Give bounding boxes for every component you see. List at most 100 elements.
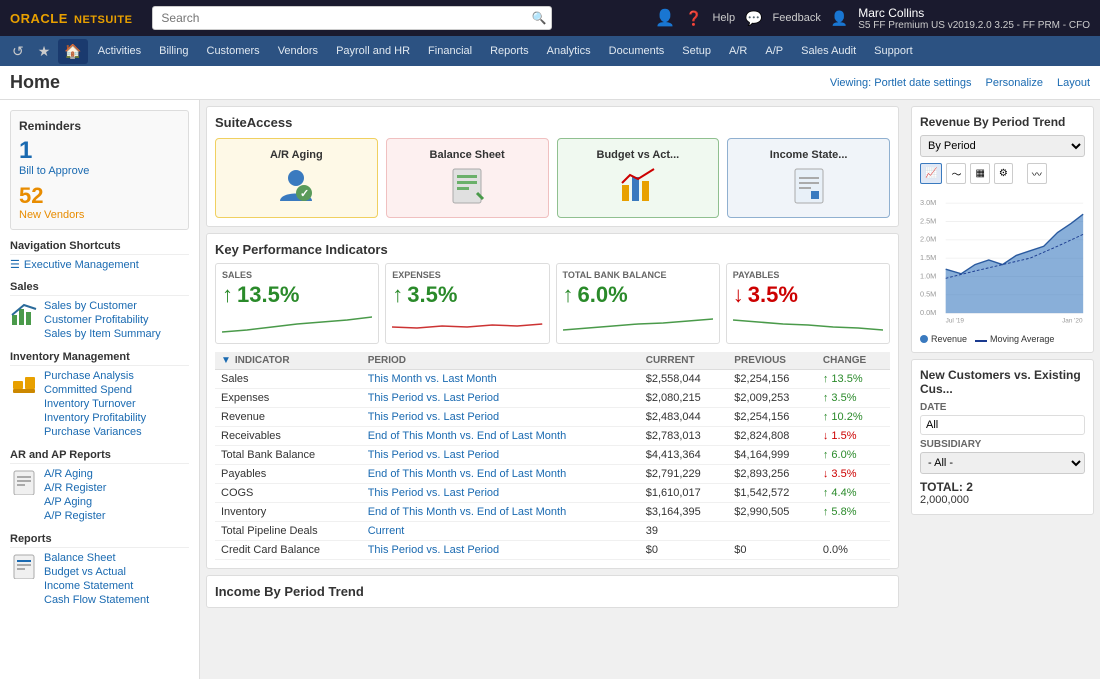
nav-sales-audit[interactable]: Sales Audit xyxy=(793,41,864,61)
inventory-links: Purchase Analysis Committed Spend Invent… xyxy=(44,369,146,439)
reminder1-label[interactable]: Bill to Approve xyxy=(19,165,180,177)
chart-bar-btn[interactable]: ▦ xyxy=(970,163,989,184)
cell-period[interactable]: This Period vs. Last Period xyxy=(362,389,640,408)
nav-vendors[interactable]: Vendors xyxy=(270,41,326,61)
nav-refresh-icon[interactable]: ↺ xyxy=(6,39,30,64)
nav-ar[interactable]: A/R xyxy=(721,41,755,61)
nav-reports[interactable]: Reports xyxy=(482,41,537,61)
table-row: Expenses This Period vs. Last Period $2,… xyxy=(215,389,890,408)
cell-period[interactable]: This Month vs. Last Month xyxy=(362,370,640,389)
kpi-table-header: ▼INDICATOR PERIOD CURRENT PREVIOUS CHANG… xyxy=(215,352,890,370)
nav-bar: ↺ ★ 🏠 Activities Billing Customers Vendo… xyxy=(0,36,1100,66)
ap-register[interactable]: A/P Register xyxy=(44,509,106,523)
nav-ap[interactable]: A/P xyxy=(757,41,791,61)
budget-vs-actual-link[interactable]: Budget vs Actual xyxy=(44,565,149,579)
committed-spend[interactable]: Committed Spend xyxy=(44,383,146,397)
table-row: Revenue This Period vs. Last Period $2,4… xyxy=(215,408,890,427)
nav-support[interactable]: Support xyxy=(866,41,921,61)
chart-line-btn[interactable]: 📈 xyxy=(920,163,942,184)
reports-icon xyxy=(10,551,38,579)
income-statement-link[interactable]: Income Statement xyxy=(44,579,149,593)
suite-tile-ar-aging[interactable]: A/R Aging ✓ xyxy=(215,138,378,218)
main-content: Reminders 1 Bill to Approve 52 New Vendo… xyxy=(0,100,1100,679)
svg-text:1.0M: 1.0M xyxy=(920,271,936,280)
suite-tile-budget[interactable]: Budget vs Act... xyxy=(557,138,720,218)
personalize-button[interactable]: Personalize xyxy=(985,77,1042,89)
cell-change: 0.0% xyxy=(817,541,890,560)
cash-flow-link[interactable]: Cash Flow Statement xyxy=(44,593,149,607)
nav-star-icon[interactable]: ★ xyxy=(32,39,57,64)
cell-previous: $2,824,808 xyxy=(728,427,817,446)
suite-tile-income[interactable]: Income State... xyxy=(727,138,890,218)
date-label: DATE xyxy=(920,402,1085,413)
legend-revenue-dot xyxy=(920,335,928,343)
cell-period[interactable]: Current xyxy=(362,522,640,541)
ar-aging[interactable]: A/R Aging xyxy=(44,467,106,481)
cell-period[interactable]: This Period vs. Last Period xyxy=(362,446,640,465)
chart-combo-btn[interactable]: ⚙ xyxy=(994,163,1013,184)
exec-mgmt-link[interactable]: ☰ Executive Management xyxy=(10,258,189,271)
balance-sheet-link[interactable]: Balance Sheet xyxy=(44,551,149,565)
kpi-cards: SALES ↑ 13.5% EXPENSES ↑ 3.5% xyxy=(215,263,890,344)
chart-area-btn[interactable]: 〜 xyxy=(946,163,966,184)
cell-current: 39 xyxy=(640,522,729,541)
purchase-variances[interactable]: Purchase Variances xyxy=(44,425,146,439)
cell-period[interactable]: End of This Month vs. End of Last Month xyxy=(362,427,640,446)
subsidiary-select[interactable]: - All - xyxy=(920,452,1085,474)
cell-period[interactable]: End of This Month vs. End of Last Month xyxy=(362,503,640,522)
nav-payroll[interactable]: Payroll and HR xyxy=(328,41,418,61)
date-input[interactable] xyxy=(920,415,1085,435)
cell-change: ↑ 3.5% xyxy=(817,389,890,408)
ar-ap-links-group: A/R Aging A/R Register A/P Aging A/P Reg… xyxy=(10,467,189,523)
nav-activities[interactable]: Activities xyxy=(90,41,149,61)
change-down: ↓ 3.5% xyxy=(823,468,884,480)
purchase-analysis[interactable]: Purchase Analysis xyxy=(44,369,146,383)
sort-icon[interactable]: ▼ xyxy=(221,355,231,366)
sales-by-customer[interactable]: Sales by Customer xyxy=(44,299,161,313)
cell-change: ↑ 10.2% xyxy=(817,408,890,427)
viewing-settings[interactable]: Viewing: Portlet date settings xyxy=(830,77,972,89)
inventory-turnover[interactable]: Inventory Turnover xyxy=(44,397,146,411)
sales-by-item[interactable]: Sales by Item Summary xyxy=(44,327,161,341)
sales-links-group: Sales by Customer Customer Profitability… xyxy=(10,299,189,341)
top-bar: ORACLE NETSUITE 🔍 👤 ❓ Help 💬 Feedback 👤 … xyxy=(0,0,1100,36)
customer-profitability[interactable]: Customer Profitability xyxy=(44,313,161,327)
nav-billing[interactable]: Billing xyxy=(151,41,196,61)
layout-button[interactable]: Layout xyxy=(1057,77,1090,89)
table-row: Sales This Month vs. Last Month $2,558,0… xyxy=(215,370,890,389)
nav-home-icon[interactable]: 🏠 xyxy=(58,39,87,64)
search-input[interactable] xyxy=(152,6,552,30)
ap-aging[interactable]: A/P Aging xyxy=(44,495,106,509)
chart-wave-btn[interactable]: 〰 xyxy=(1027,163,1047,184)
revenue-panel: Revenue By Period Trend By Period 📈 〜 ▦ … xyxy=(911,106,1094,353)
tile-income-icon xyxy=(789,165,829,208)
help-label[interactable]: Help xyxy=(712,12,735,24)
cell-current: $0 xyxy=(640,541,729,560)
change-down: ↓ 1.5% xyxy=(823,430,884,442)
cell-period[interactable]: End of This Month vs. End of Last Month xyxy=(362,465,640,484)
nav-financial[interactable]: Financial xyxy=(420,41,480,61)
change-up: ↑ 6.0% xyxy=(823,449,884,461)
cell-current: $2,080,215 xyxy=(640,389,729,408)
nav-documents[interactable]: Documents xyxy=(601,41,673,61)
cell-current: $3,164,395 xyxy=(640,503,729,522)
feedback-label[interactable]: Feedback xyxy=(773,12,821,24)
cell-period[interactable]: This Period vs. Last Period xyxy=(362,408,640,427)
nav-customers[interactable]: Customers xyxy=(199,41,268,61)
suite-tile-balance-sheet[interactable]: Balance Sheet xyxy=(386,138,549,218)
nav-shortcuts: Navigation Shortcuts ☰ Executive Managem… xyxy=(10,240,189,271)
kpi-expenses-value: ↑ 3.5% xyxy=(392,282,542,308)
cell-period[interactable]: This Period vs. Last Period xyxy=(362,484,640,503)
nav-analytics[interactable]: Analytics xyxy=(539,41,599,61)
nav-setup[interactable]: Setup xyxy=(674,41,719,61)
reminder2-label[interactable]: New Vendors xyxy=(19,209,180,221)
inventory-profitability[interactable]: Inventory Profitability xyxy=(44,411,146,425)
kpi-sales-chart xyxy=(222,312,372,337)
svg-text:0.0M: 0.0M xyxy=(920,308,936,317)
search-bar[interactable]: 🔍 xyxy=(152,6,552,30)
period-select[interactable]: By Period xyxy=(920,135,1085,157)
cell-change xyxy=(817,522,890,541)
ar-register[interactable]: A/R Register xyxy=(44,481,106,495)
kpi-card-bank: TOTAL BANK BALANCE ↑ 6.0% xyxy=(556,263,720,344)
cell-period[interactable]: This Period vs. Last Period xyxy=(362,541,640,560)
